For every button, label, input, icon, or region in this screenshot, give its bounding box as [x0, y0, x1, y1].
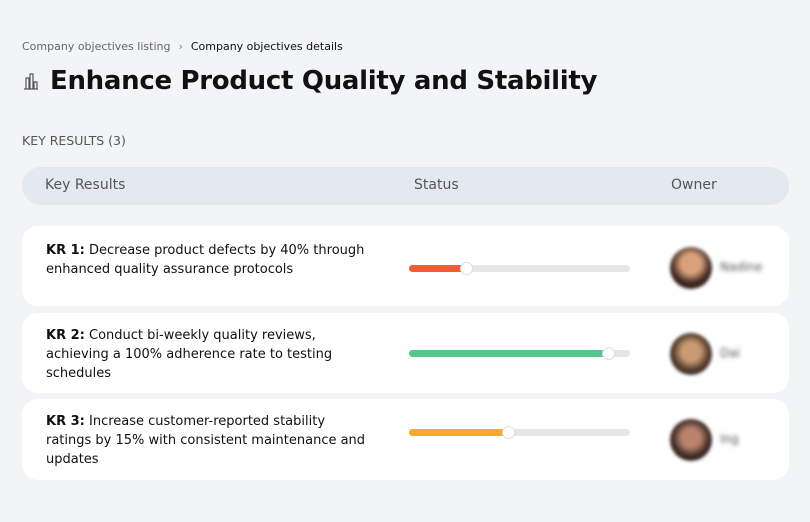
breadcrumb-current: Company objectives details	[190, 40, 343, 53]
page-header: Enhance Product Quality and Stability	[22, 66, 597, 96]
table-row[interactable]: KR 2: Conduct bi-weekly quality reviews,…	[22, 313, 789, 393]
slider-handle[interactable]	[460, 262, 474, 275]
kr-description: Decrease product defects by 40% through …	[46, 243, 365, 277]
owner-name: Ing	[720, 432, 739, 446]
slider-handle[interactable]	[502, 426, 516, 439]
key-result-text: KR 2: Conduct bi-weekly quality reviews,…	[46, 326, 366, 383]
progress-slider[interactable]	[409, 426, 630, 439]
key-result-text: KR 1: Decrease product defects by 40% th…	[46, 241, 366, 279]
breadcrumb: Company objectives listing › Company obj…	[22, 40, 343, 53]
avatar	[670, 333, 712, 375]
owner-name: Dai	[720, 346, 740, 360]
chevron-right-icon: ›	[178, 40, 183, 53]
kr-label: KR 2:	[46, 328, 85, 343]
building-chart-icon	[24, 73, 38, 90]
page-title: Enhance Product Quality and Stability	[50, 66, 598, 96]
header-owner: Owner	[671, 177, 717, 193]
kr-description: Increase customer-reported stability rat…	[46, 414, 366, 467]
avatar	[670, 247, 712, 289]
header-key-results: Key Results	[45, 177, 126, 193]
progress-fill	[409, 429, 509, 436]
section-label: KEY RESULTS (3)	[22, 133, 126, 148]
owner-name: Nadine	[720, 260, 763, 274]
kr-label: KR 3:	[46, 414, 85, 429]
progress-slider[interactable]	[409, 262, 630, 275]
slider-handle[interactable]	[601, 347, 615, 360]
avatar	[670, 419, 712, 461]
progress-fill	[409, 265, 467, 272]
table-header: Key Results Status Owner	[22, 167, 789, 205]
progress-slider[interactable]	[409, 347, 630, 360]
key-result-text: KR 3: Increase customer-reported stabili…	[46, 412, 366, 469]
kr-label: KR 1:	[46, 243, 85, 258]
breadcrumb-link-listing[interactable]: Company objectives listing	[22, 40, 170, 53]
table-row[interactable]: KR 3: Increase customer-reported stabili…	[22, 399, 789, 480]
progress-fill	[409, 350, 608, 357]
header-status: Status	[414, 177, 459, 193]
table-row[interactable]: KR 1: Decrease product defects by 40% th…	[22, 226, 789, 306]
kr-description: Conduct bi-weekly quality reviews, achie…	[46, 328, 333, 381]
